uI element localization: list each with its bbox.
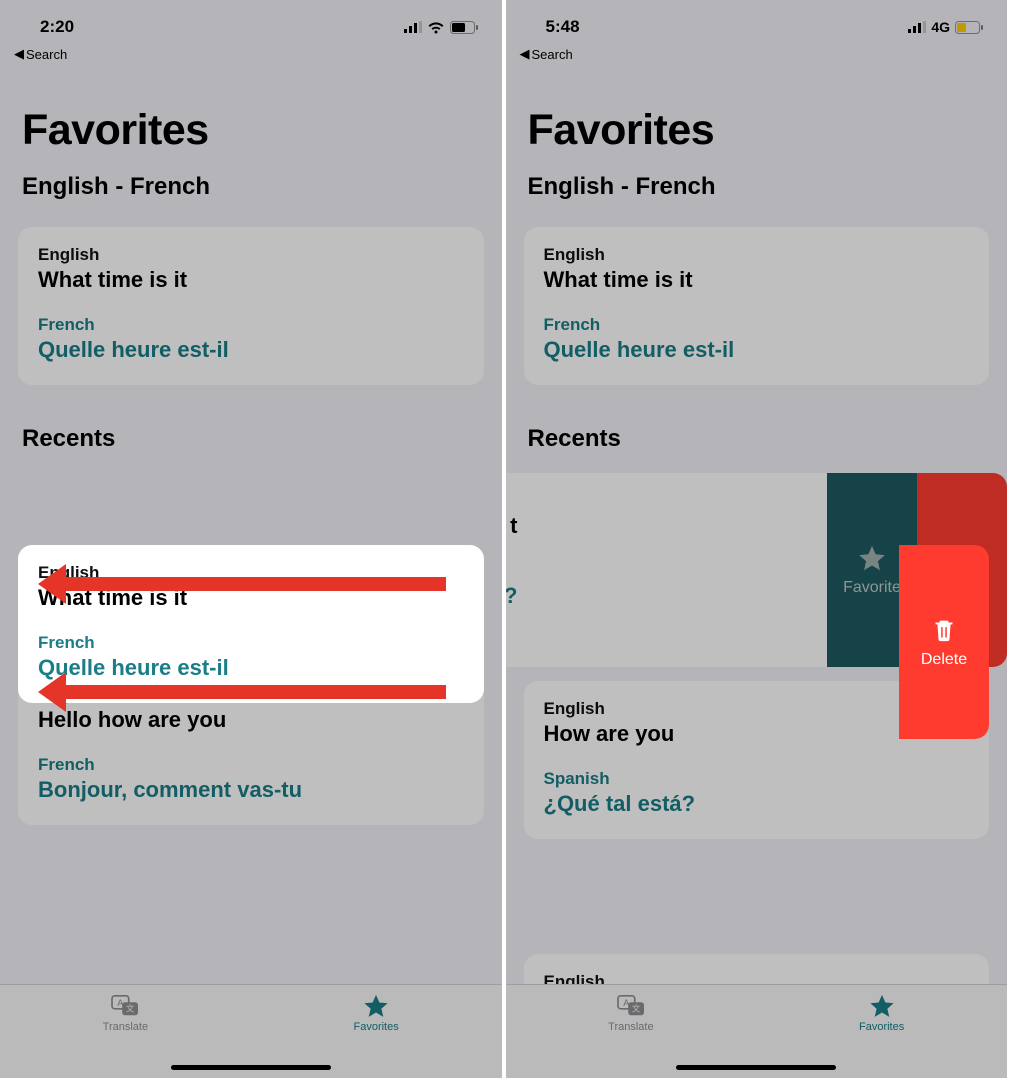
target-language-label: French: [38, 633, 464, 653]
favorite-card[interactable]: English What time is it French Quelle he…: [18, 227, 484, 385]
trash-icon: [929, 615, 959, 645]
chevron-left-icon: ◀: [14, 46, 24, 62]
target-text: Quelle heure est-il: [38, 337, 464, 363]
highlighted-recent-card[interactable]: English What time is it French Quelle he…: [18, 545, 484, 703]
target-text: Bonjour, comment vas-tu: [38, 777, 464, 803]
status-time: 2:20: [40, 17, 74, 37]
source-text: What time is it: [544, 267, 970, 293]
source-language-label: English: [38, 245, 464, 265]
favorite-card[interactable]: English What time is it French Quelle he…: [524, 227, 990, 385]
tab-label: Translate: [103, 1021, 148, 1033]
source-language-label: English: [544, 245, 970, 265]
svg-text:文: 文: [632, 1004, 641, 1014]
battery-icon: [450, 21, 478, 34]
status-bar: 2:20: [0, 0, 502, 44]
target-language-label: French: [544, 315, 970, 335]
battery-low-icon: [955, 21, 983, 34]
status-right: 4G: [908, 19, 983, 35]
recents-heading: Recents: [528, 425, 990, 453]
swiped-card-content: t ?: [506, 473, 538, 667]
back-label: Search: [532, 47, 573, 62]
source-text: What time is it: [38, 267, 464, 293]
tab-bar: A文 Translate Favorites: [0, 984, 502, 1078]
back-to-search[interactable]: ◀ Search: [0, 44, 502, 62]
target-language-label: French: [38, 315, 464, 335]
tab-label: Favorites: [354, 1021, 399, 1033]
home-indicator[interactable]: [171, 1065, 331, 1070]
language-pair: English - French: [524, 173, 990, 201]
status-bar: 5:48 4G: [506, 0, 1008, 44]
home-indicator[interactable]: [676, 1065, 836, 1070]
star-icon: [857, 543, 887, 573]
recent-card-peek[interactable]: English: [524, 954, 990, 984]
back-label: Search: [26, 47, 67, 62]
target-text-fragment: ?: [506, 583, 518, 609]
target-text: Quelle heure est-il: [544, 337, 970, 363]
network-label: 4G: [931, 19, 950, 35]
status-right: [404, 21, 478, 34]
phone-right: 5:48 4G ◀ Search Favorites English - Fre…: [506, 0, 1011, 1078]
chevron-left-icon: ◀: [520, 46, 530, 62]
page-title: Favorites: [18, 106, 484, 155]
translate-icon: A文: [110, 993, 140, 1019]
page-title: Favorites: [524, 106, 990, 155]
tab-label: Translate: [608, 1021, 653, 1033]
delete-highlight[interactable]: Delete: [899, 545, 989, 739]
status-time: 5:48: [546, 17, 580, 37]
phone-left: 2:20 ◀ Search Favorites English - French…: [0, 0, 506, 1078]
wifi-icon: [427, 21, 445, 34]
translate-icon: A文: [616, 993, 646, 1019]
target-language-label: Spanish: [544, 769, 970, 789]
swipe-action-label: Delete: [921, 651, 967, 669]
source-language-label: English: [544, 972, 970, 984]
svg-text:文: 文: [126, 1004, 135, 1014]
target-language-label: French: [38, 755, 464, 775]
cellular-icon: [404, 21, 422, 33]
back-to-search[interactable]: ◀ Search: [506, 44, 1008, 62]
tab-label: Favorites: [859, 1021, 904, 1033]
source-text-fragment: t: [506, 513, 518, 539]
star-icon: [867, 993, 897, 1019]
language-pair: English - French: [18, 173, 484, 201]
target-text: ¿Qué tal está?: [544, 791, 970, 817]
cellular-icon: [908, 21, 926, 33]
star-icon: [361, 993, 391, 1019]
swipe-action-label: Favorite: [843, 579, 901, 597]
target-text: Quelle heure est-il: [38, 655, 464, 681]
source-text: Hello how are you: [38, 707, 464, 733]
swipe-arrow-icon: [38, 683, 446, 701]
recents-heading: Recents: [22, 425, 484, 453]
swipe-arrow-icon: [38, 575, 446, 593]
tab-bar: A文 Translate Favorites: [506, 984, 1008, 1078]
